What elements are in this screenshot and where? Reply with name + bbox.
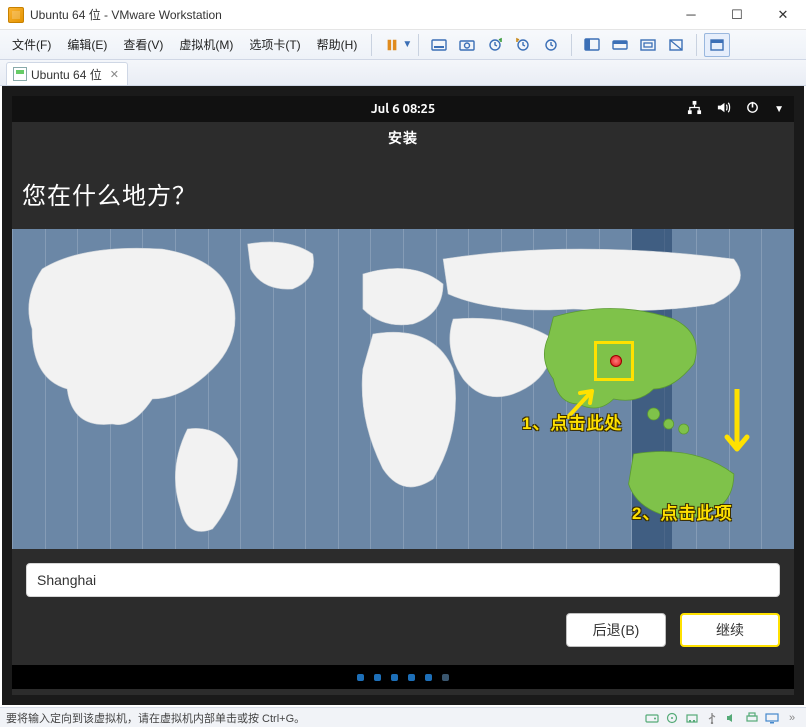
- quick-switch-icon[interactable]: [607, 33, 633, 57]
- power-icon[interactable]: [745, 100, 760, 118]
- installer-question: 您在什么地方？: [12, 154, 794, 229]
- menu-file[interactable]: 文件(F): [4, 32, 59, 57]
- toolbar-separator: [418, 34, 419, 56]
- selected-location-dot: [610, 355, 622, 367]
- tab-label: Ubuntu 64 位: [31, 66, 102, 83]
- dropdown-caret-icon[interactable]: ▼: [774, 103, 784, 115]
- minimize-button[interactable]: ─: [668, 0, 714, 30]
- clock[interactable]: Jul 6 08:25: [12, 102, 794, 116]
- app-icon: [8, 7, 24, 23]
- snapshot-take-icon[interactable]: [482, 33, 508, 57]
- chevron-right-icon[interactable]: »: [784, 711, 800, 725]
- installer-title: 安装: [12, 122, 794, 154]
- menubar: 文件(F) 编辑(E) 查看(V) 虚拟机(M) 选项卡(T) 帮助(H) ▼: [0, 30, 806, 60]
- dropdown-caret-icon[interactable]: ▼: [402, 39, 412, 50]
- toolbar-separator: [371, 34, 372, 56]
- toolbar-separator: [696, 34, 697, 56]
- show-console-icon[interactable]: [579, 33, 605, 57]
- vm-tab[interactable]: Ubuntu 64 位 ✕: [6, 62, 128, 85]
- fullscreen-icon[interactable]: [635, 33, 661, 57]
- snapshot-icon[interactable]: [454, 33, 480, 57]
- continue-button[interactable]: 继续: [680, 613, 780, 647]
- network-adapter-icon[interactable]: [684, 711, 700, 725]
- menu-edit[interactable]: 编辑(E): [59, 32, 115, 57]
- cd-icon[interactable]: [664, 711, 680, 725]
- window-titlebar: Ubuntu 64 位 - VMware Workstation ─ ☐ ✕: [0, 0, 806, 30]
- annotation-text-1: 1、点击此处: [522, 409, 622, 434]
- volume-icon[interactable]: [716, 100, 731, 118]
- gnome-topbar: Jul 6 08:25 ▼: [12, 96, 794, 122]
- snapshot-revert-icon[interactable]: [510, 33, 536, 57]
- menu-help[interactable]: 帮助(H): [309, 32, 366, 57]
- timezone-map[interactable]: 1、点击此处 2、点击此项: [12, 229, 794, 549]
- unity-icon[interactable]: [663, 33, 689, 57]
- back-button[interactable]: 后退(B): [566, 613, 666, 647]
- sound-icon[interactable]: [724, 711, 740, 725]
- menu-tabs[interactable]: 选项卡(T): [241, 32, 308, 57]
- device-tray: »: [644, 711, 800, 725]
- menu-vm[interactable]: 虚拟机(M): [171, 32, 241, 57]
- printer-icon[interactable]: [744, 711, 760, 725]
- close-button[interactable]: ✕: [760, 0, 806, 30]
- display-icon[interactable]: [764, 711, 780, 725]
- send-ctrl-alt-del-icon[interactable]: [426, 33, 452, 57]
- hdd-icon[interactable]: [644, 711, 660, 725]
- vm-icon: [13, 67, 27, 81]
- menu-view[interactable]: 查看(V): [115, 32, 171, 57]
- timezone-input[interactable]: [26, 563, 780, 597]
- usb-icon[interactable]: [704, 711, 720, 725]
- installer-progress: [12, 665, 794, 689]
- statusbar-hint: 要将输入定向到该虚拟机，请在虚拟机内部单击或按 Ctrl+G。: [6, 710, 305, 726]
- toolbar-separator: [571, 34, 572, 56]
- annotation-arrow-2-icon: [722, 389, 752, 484]
- tabstrip: Ubuntu 64 位 ✕: [0, 60, 806, 86]
- stretch-guest-icon[interactable]: [704, 33, 730, 57]
- tab-close-icon[interactable]: ✕: [110, 68, 119, 81]
- snapshot-manager-icon[interactable]: [538, 33, 564, 57]
- maximize-button[interactable]: ☐: [714, 0, 760, 30]
- statusbar: 要将输入定向到该虚拟机，请在虚拟机内部单击或按 Ctrl+G。 »: [0, 707, 806, 727]
- annotation-text-2: 2、点击此项: [632, 499, 732, 524]
- window-title: Ubuntu 64 位 - VMware Workstation: [30, 6, 222, 23]
- vm-display[interactable]: Jul 6 08:25 ▼ 安装 您在什么地方？: [2, 86, 804, 705]
- network-icon[interactable]: [687, 100, 702, 118]
